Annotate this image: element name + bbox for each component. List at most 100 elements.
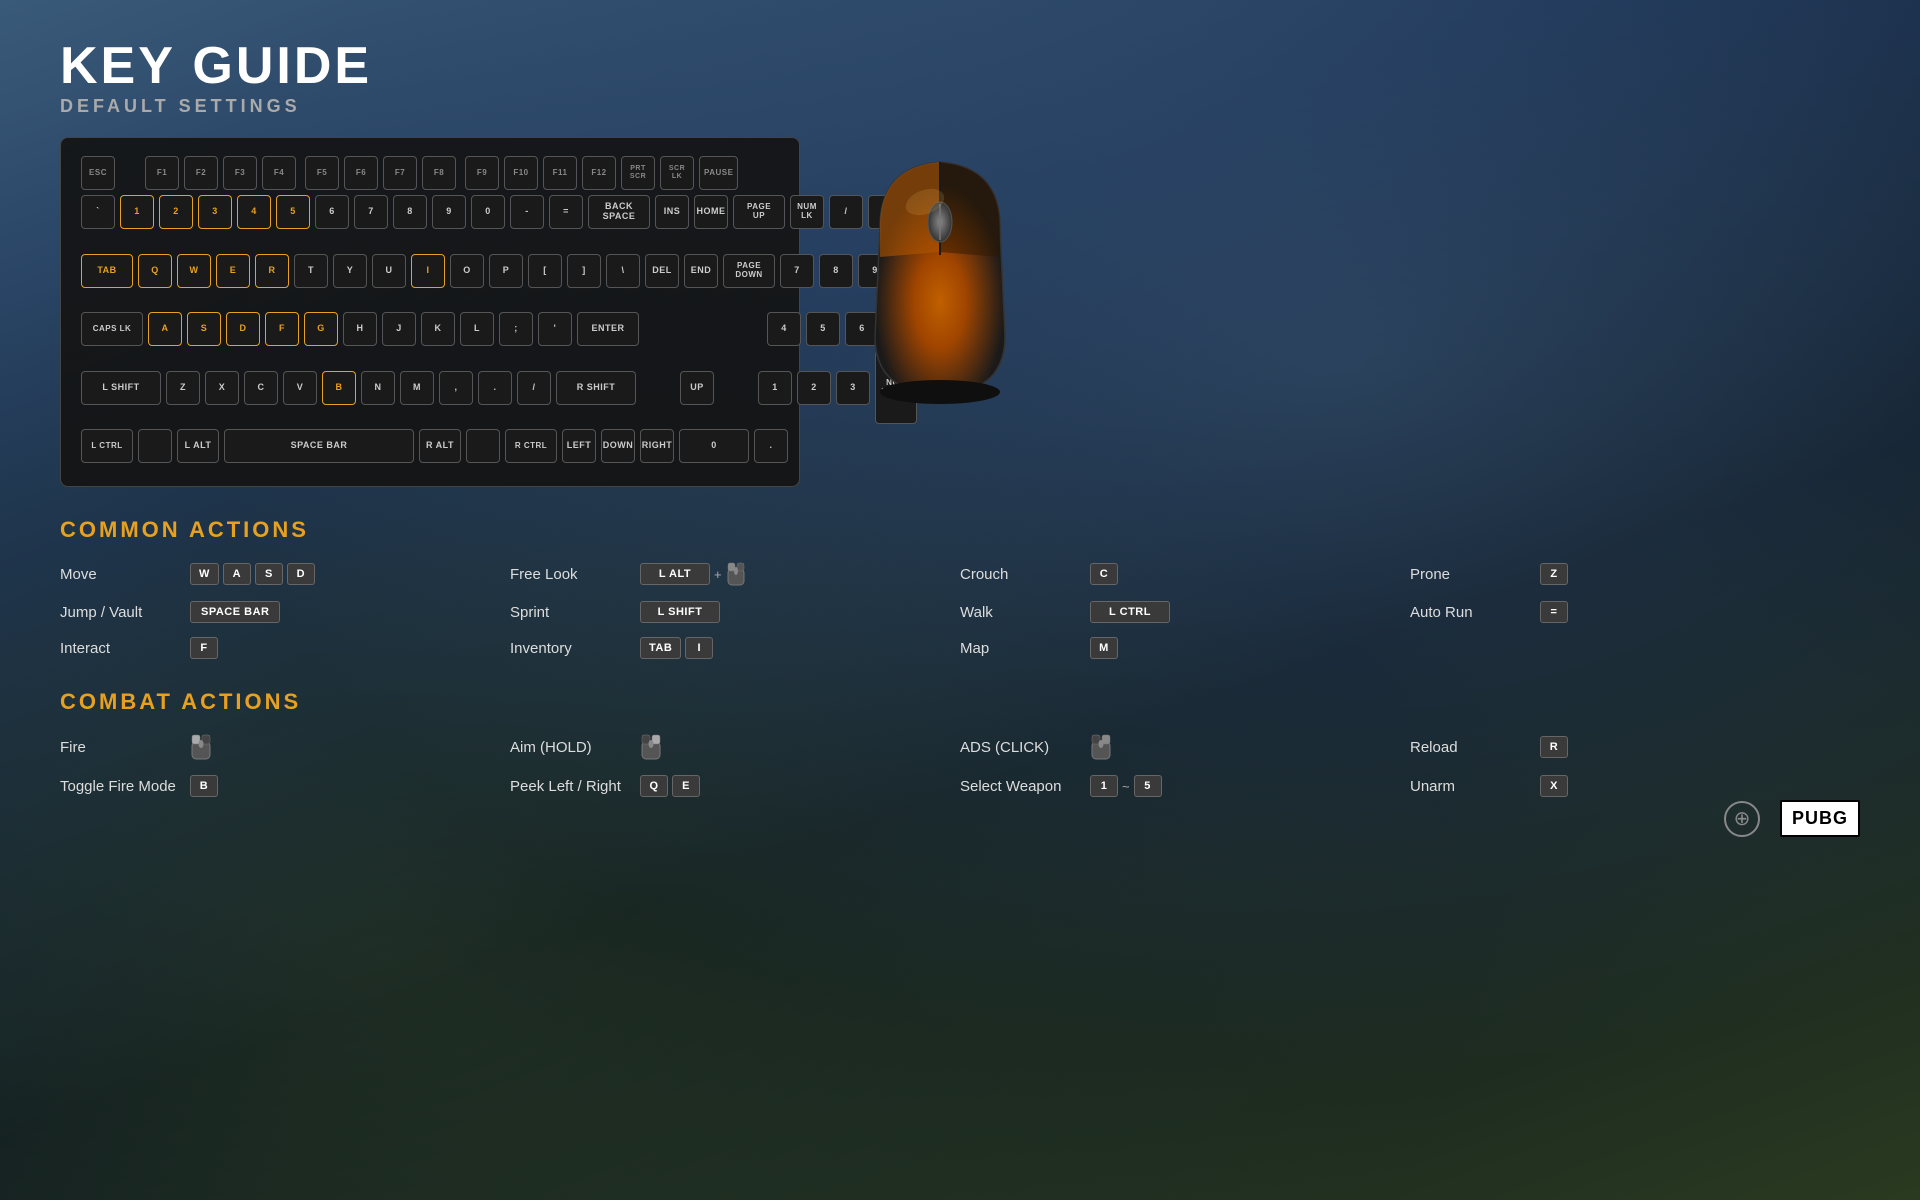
action-keys-jump: SPACE BAR xyxy=(190,601,280,623)
key-left: LEFT xyxy=(562,429,596,463)
mouse-icon-aim xyxy=(640,733,662,761)
key-d: D xyxy=(226,312,260,346)
action-keys-autorun: = xyxy=(1540,601,1568,623)
key-f3: F3 xyxy=(223,156,257,190)
key-z-action: Z xyxy=(1540,563,1568,585)
action-keys-prone: Z xyxy=(1540,563,1568,585)
action-keys-freelook: L ALT + xyxy=(640,561,746,587)
key-f8: F8 xyxy=(422,156,456,190)
key-p: P xyxy=(489,254,523,288)
key-tab-action: TAB xyxy=(640,637,681,659)
key-r: R xyxy=(255,254,289,288)
key-pause: PAUSE xyxy=(699,156,738,190)
mouse-icon-freelook xyxy=(726,561,746,587)
key-slash: / xyxy=(517,371,551,405)
key-backslash: \ xyxy=(606,254,640,288)
key-ins: INS xyxy=(655,195,689,229)
key-win-l xyxy=(138,429,172,463)
key-n: N xyxy=(361,371,395,405)
action-crouch: Crouch C xyxy=(960,561,1410,587)
key-home: HOME xyxy=(694,195,728,229)
key-row-qwerty: TAB Q W E R T Y U I O P [ ] \ DEL END PA… xyxy=(81,234,779,307)
action-keys-crouch: C xyxy=(1090,563,1118,585)
key-rctrl: R CTRL xyxy=(505,429,557,463)
main-content: KEY GUIDE DEFAULT SETTINGS ESC F1 F2 F3 … xyxy=(0,0,1920,867)
action-keys-ads xyxy=(1090,733,1112,761)
key-backspace: BACKSPACE xyxy=(588,195,650,229)
key-h: H xyxy=(343,312,377,346)
key-q: Q xyxy=(138,254,172,288)
key-scrlk: SCRLK xyxy=(660,156,694,190)
key-f5: F5 xyxy=(305,156,339,190)
key-w-action: W xyxy=(190,563,219,585)
key-k: K xyxy=(421,312,455,346)
key-lshift-action: L SHIFT xyxy=(640,601,720,623)
action-label-peek: Peek Left / Right xyxy=(510,778,630,795)
key-lctrl: L CTRL xyxy=(81,429,133,463)
key-3: 3 xyxy=(198,195,232,229)
action-keys-aim xyxy=(640,733,662,761)
key-equals-action: = xyxy=(1540,601,1568,623)
key-num7: 7 xyxy=(780,254,814,288)
action-label-ads: ADS (CLICK) xyxy=(960,739,1080,756)
key-row-fn: ESC F1 F2 F3 F4 F5 F6 F7 F8 F9 F10 F11 F… xyxy=(81,156,779,190)
action-inventory: Inventory TAB I xyxy=(510,637,960,659)
action-empty xyxy=(1410,637,1860,659)
key-6: 6 xyxy=(315,195,349,229)
action-selectweapon: Select Weapon 1 ~ 5 xyxy=(960,775,1410,797)
key-f7: F7 xyxy=(383,156,417,190)
key-f11: F11 xyxy=(543,156,577,190)
key-7: 7 xyxy=(354,195,388,229)
key-v: V xyxy=(283,371,317,405)
key-g: G xyxy=(304,312,338,346)
tilde-icon: ~ xyxy=(1122,779,1130,794)
action-ads: ADS (CLICK) xyxy=(960,733,1410,761)
key-gap-up1 xyxy=(641,371,675,405)
key-ralt: R ALT xyxy=(419,429,461,463)
key-9: 9 xyxy=(432,195,466,229)
action-map: Map M xyxy=(960,637,1410,659)
action-label-reload: Reload xyxy=(1410,739,1530,756)
key-num5: 5 xyxy=(806,312,840,346)
key-down: DOWN xyxy=(601,429,635,463)
action-keys-interact: F xyxy=(190,637,218,659)
key-d-action: D xyxy=(287,563,315,585)
key-o: O xyxy=(450,254,484,288)
key-right: RIGHT xyxy=(640,429,674,463)
key-f10: F10 xyxy=(504,156,538,190)
key-gap-up2 xyxy=(719,371,753,405)
key-f4: F4 xyxy=(262,156,296,190)
action-label-freelook: Free Look xyxy=(510,566,630,583)
key-num0: 0 xyxy=(679,429,749,463)
key-1-action: 1 xyxy=(1090,775,1118,797)
key-0: 0 xyxy=(471,195,505,229)
globe-icon[interactable]: ⊕ xyxy=(1724,801,1760,837)
action-keys-reload: R xyxy=(1540,736,1568,758)
key-s: S xyxy=(187,312,221,346)
action-label-jump: Jump / Vault xyxy=(60,604,180,621)
key-quote: ' xyxy=(538,312,572,346)
key-j: J xyxy=(382,312,416,346)
action-autorun: Auto Run = xyxy=(1410,601,1860,623)
action-label-interact: Interact xyxy=(60,640,180,657)
action-keys-peek: Q E xyxy=(640,775,700,797)
action-label-aim: Aim (HOLD) xyxy=(510,739,630,756)
key-period: . xyxy=(478,371,512,405)
key-f6: F6 xyxy=(344,156,378,190)
action-firemode: Toggle Fire Mode B xyxy=(60,775,510,797)
key-i-action: I xyxy=(685,637,713,659)
key-m-action: M xyxy=(1090,637,1118,659)
key-b-action: B xyxy=(190,775,218,797)
action-freelook: Free Look L ALT + xyxy=(510,561,960,587)
action-keys-fire xyxy=(190,733,212,761)
key-r-action: R xyxy=(1540,736,1568,758)
key-i: I xyxy=(411,254,445,288)
key-4: 4 xyxy=(237,195,271,229)
key-rshift: R SHIFT xyxy=(556,371,636,405)
key-tab: TAB xyxy=(81,254,133,288)
key-lctrl-action: L CTRL xyxy=(1090,601,1170,623)
key-5-action: 5 xyxy=(1134,775,1162,797)
action-fire: Fire xyxy=(60,733,510,761)
key-c: C xyxy=(244,371,278,405)
key-backtick: ` xyxy=(81,195,115,229)
